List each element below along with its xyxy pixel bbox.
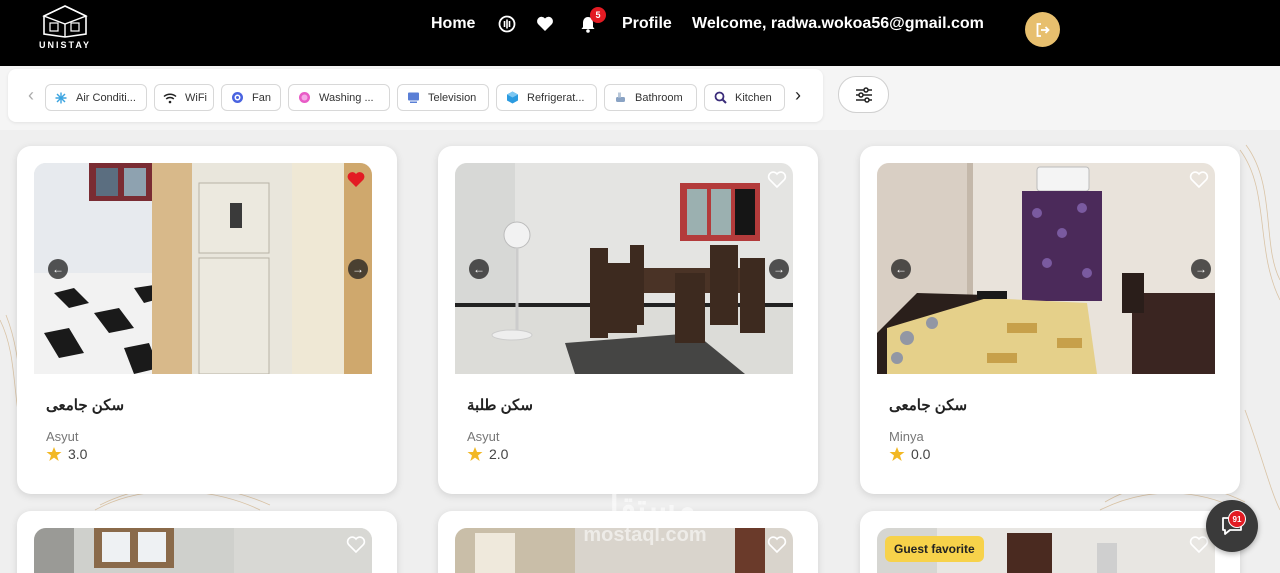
room-photo	[877, 163, 1215, 374]
house-logo-icon	[42, 5, 88, 38]
listing-card[interactable]: ← → سكن جامعى Minya 0.0	[860, 146, 1240, 494]
podcast-icon[interactable]	[497, 14, 517, 34]
refrigerator-icon	[505, 91, 519, 105]
photo-prev-arrow-icon[interactable]: ←	[48, 259, 68, 279]
chevron-left-icon[interactable]: ‹	[20, 83, 42, 107]
chip-label: Washing ...	[319, 91, 374, 104]
room-photo	[455, 163, 793, 374]
notification-badge: 5	[590, 7, 606, 23]
watermark-arabic: مستقل	[594, 488, 696, 526]
chip-label: Air Conditi...	[76, 91, 136, 104]
listing-card[interactable]: ← → سكن طلبة Asyut 2.0	[438, 146, 818, 494]
listing-title[interactable]: سكن جامعى	[46, 396, 124, 414]
guest-favorite-badge: Guest favorite	[885, 536, 984, 562]
heart-icon[interactable]	[535, 14, 555, 34]
listing-card[interactable]: ← → سكن جامعى Asyut 3.0	[17, 146, 397, 494]
listing-rating: 0.0	[889, 446, 930, 462]
sliders-icon	[855, 86, 872, 103]
listing-city: Asyut	[46, 429, 79, 444]
television-icon	[406, 91, 420, 105]
listing-rating: 2.0	[467, 446, 508, 462]
bathroom-icon	[613, 91, 627, 105]
rating-value: 3.0	[68, 446, 88, 462]
photo-prev-arrow-icon[interactable]: ←	[891, 259, 911, 279]
nav-profile-link[interactable]: Profile	[622, 12, 672, 36]
favorite-heart-icon[interactable]	[346, 536, 366, 554]
listing-card[interactable]	[17, 511, 397, 573]
favorite-heart-icon[interactable]	[767, 536, 787, 554]
chat-badge: 91	[1228, 510, 1246, 528]
watermark-domain: mostaql.com	[583, 524, 707, 546]
nav-home-link[interactable]: Home	[431, 12, 475, 36]
listing-photo[interactable]: ← →	[877, 163, 1215, 374]
welcome-text: Welcome, radwa.wokoa56@gmail.com	[692, 15, 984, 32]
rating-value: 0.0	[911, 446, 931, 462]
listing-title[interactable]: سكن جامعى	[889, 396, 967, 414]
listing-title[interactable]: سكن طلبة	[467, 396, 533, 414]
washing-machine-icon	[297, 91, 311, 105]
listing-photo[interactable]: ← →	[455, 163, 793, 374]
watermark: مستقل mostaql.com	[560, 490, 730, 546]
chip-air-conditioning[interactable]: Air Conditi...	[45, 84, 147, 111]
favorite-heart-icon[interactable]	[346, 171, 366, 189]
listing-card[interactable]: Guest favorite	[860, 511, 1240, 573]
listing-city: Minya	[889, 429, 924, 444]
chip-wifi[interactable]: WiFi	[154, 84, 214, 111]
chip-bathroom[interactable]: Bathroom	[604, 84, 697, 111]
chip-kitchen[interactable]: Kitchen	[704, 84, 785, 111]
brand-name: UNISTAY	[38, 40, 91, 50]
chip-label: Kitchen	[735, 91, 772, 104]
brand-logo[interactable]: UNISTAY	[36, 4, 94, 56]
filter-settings-button[interactable]	[838, 76, 889, 113]
favorite-heart-icon[interactable]	[1189, 171, 1209, 189]
photo-next-arrow-icon[interactable]: →	[769, 259, 789, 279]
amenity-filter-bar: ‹ Air Conditi... WiFi Fan Washing ... Te…	[8, 69, 823, 122]
logout-icon	[1036, 22, 1050, 37]
logout-button[interactable]	[1025, 12, 1060, 47]
chip-refrigerator[interactable]: Refrigerat...	[496, 84, 597, 111]
chip-fan[interactable]: Fan	[221, 84, 281, 111]
chip-washing-machine[interactable]: Washing ...	[288, 84, 390, 111]
star-icon	[46, 447, 62, 461]
favorite-heart-icon[interactable]	[767, 171, 787, 189]
chevron-right-icon[interactable]: ›	[787, 83, 809, 107]
photo-next-arrow-icon[interactable]: →	[348, 259, 368, 279]
photo-next-arrow-icon[interactable]: →	[1191, 259, 1211, 279]
fan-icon	[230, 91, 244, 105]
star-icon	[467, 447, 483, 461]
listing-photo[interactable]: ← →	[34, 163, 372, 374]
chip-label: Refrigerat...	[527, 91, 585, 104]
snowflake-icon	[54, 91, 68, 105]
chip-label: Fan	[252, 91, 271, 104]
kitchen-icon	[713, 91, 727, 105]
listing-city: Asyut	[467, 429, 500, 444]
listing-rating: 3.0	[46, 446, 87, 462]
chip-television[interactable]: Television	[397, 84, 489, 111]
star-icon	[889, 447, 905, 461]
room-photo	[34, 528, 372, 573]
listing-photo[interactable]: Guest favorite	[877, 528, 1215, 573]
chip-label: WiFi	[185, 91, 207, 104]
chip-label: Bathroom	[635, 91, 683, 104]
filter-section: ‹ Air Conditi... WiFi Fan Washing ... Te…	[0, 66, 1280, 130]
top-navbar: UNISTAY Home 5 Profile Welcome, radwa.wo…	[0, 0, 1280, 66]
listing-photo[interactable]	[34, 528, 372, 573]
rating-value: 2.0	[489, 446, 509, 462]
wifi-icon	[163, 91, 177, 105]
favorite-heart-icon[interactable]	[1189, 536, 1209, 554]
chip-label: Television	[428, 91, 477, 104]
room-photo	[34, 163, 372, 374]
photo-prev-arrow-icon[interactable]: ←	[469, 259, 489, 279]
